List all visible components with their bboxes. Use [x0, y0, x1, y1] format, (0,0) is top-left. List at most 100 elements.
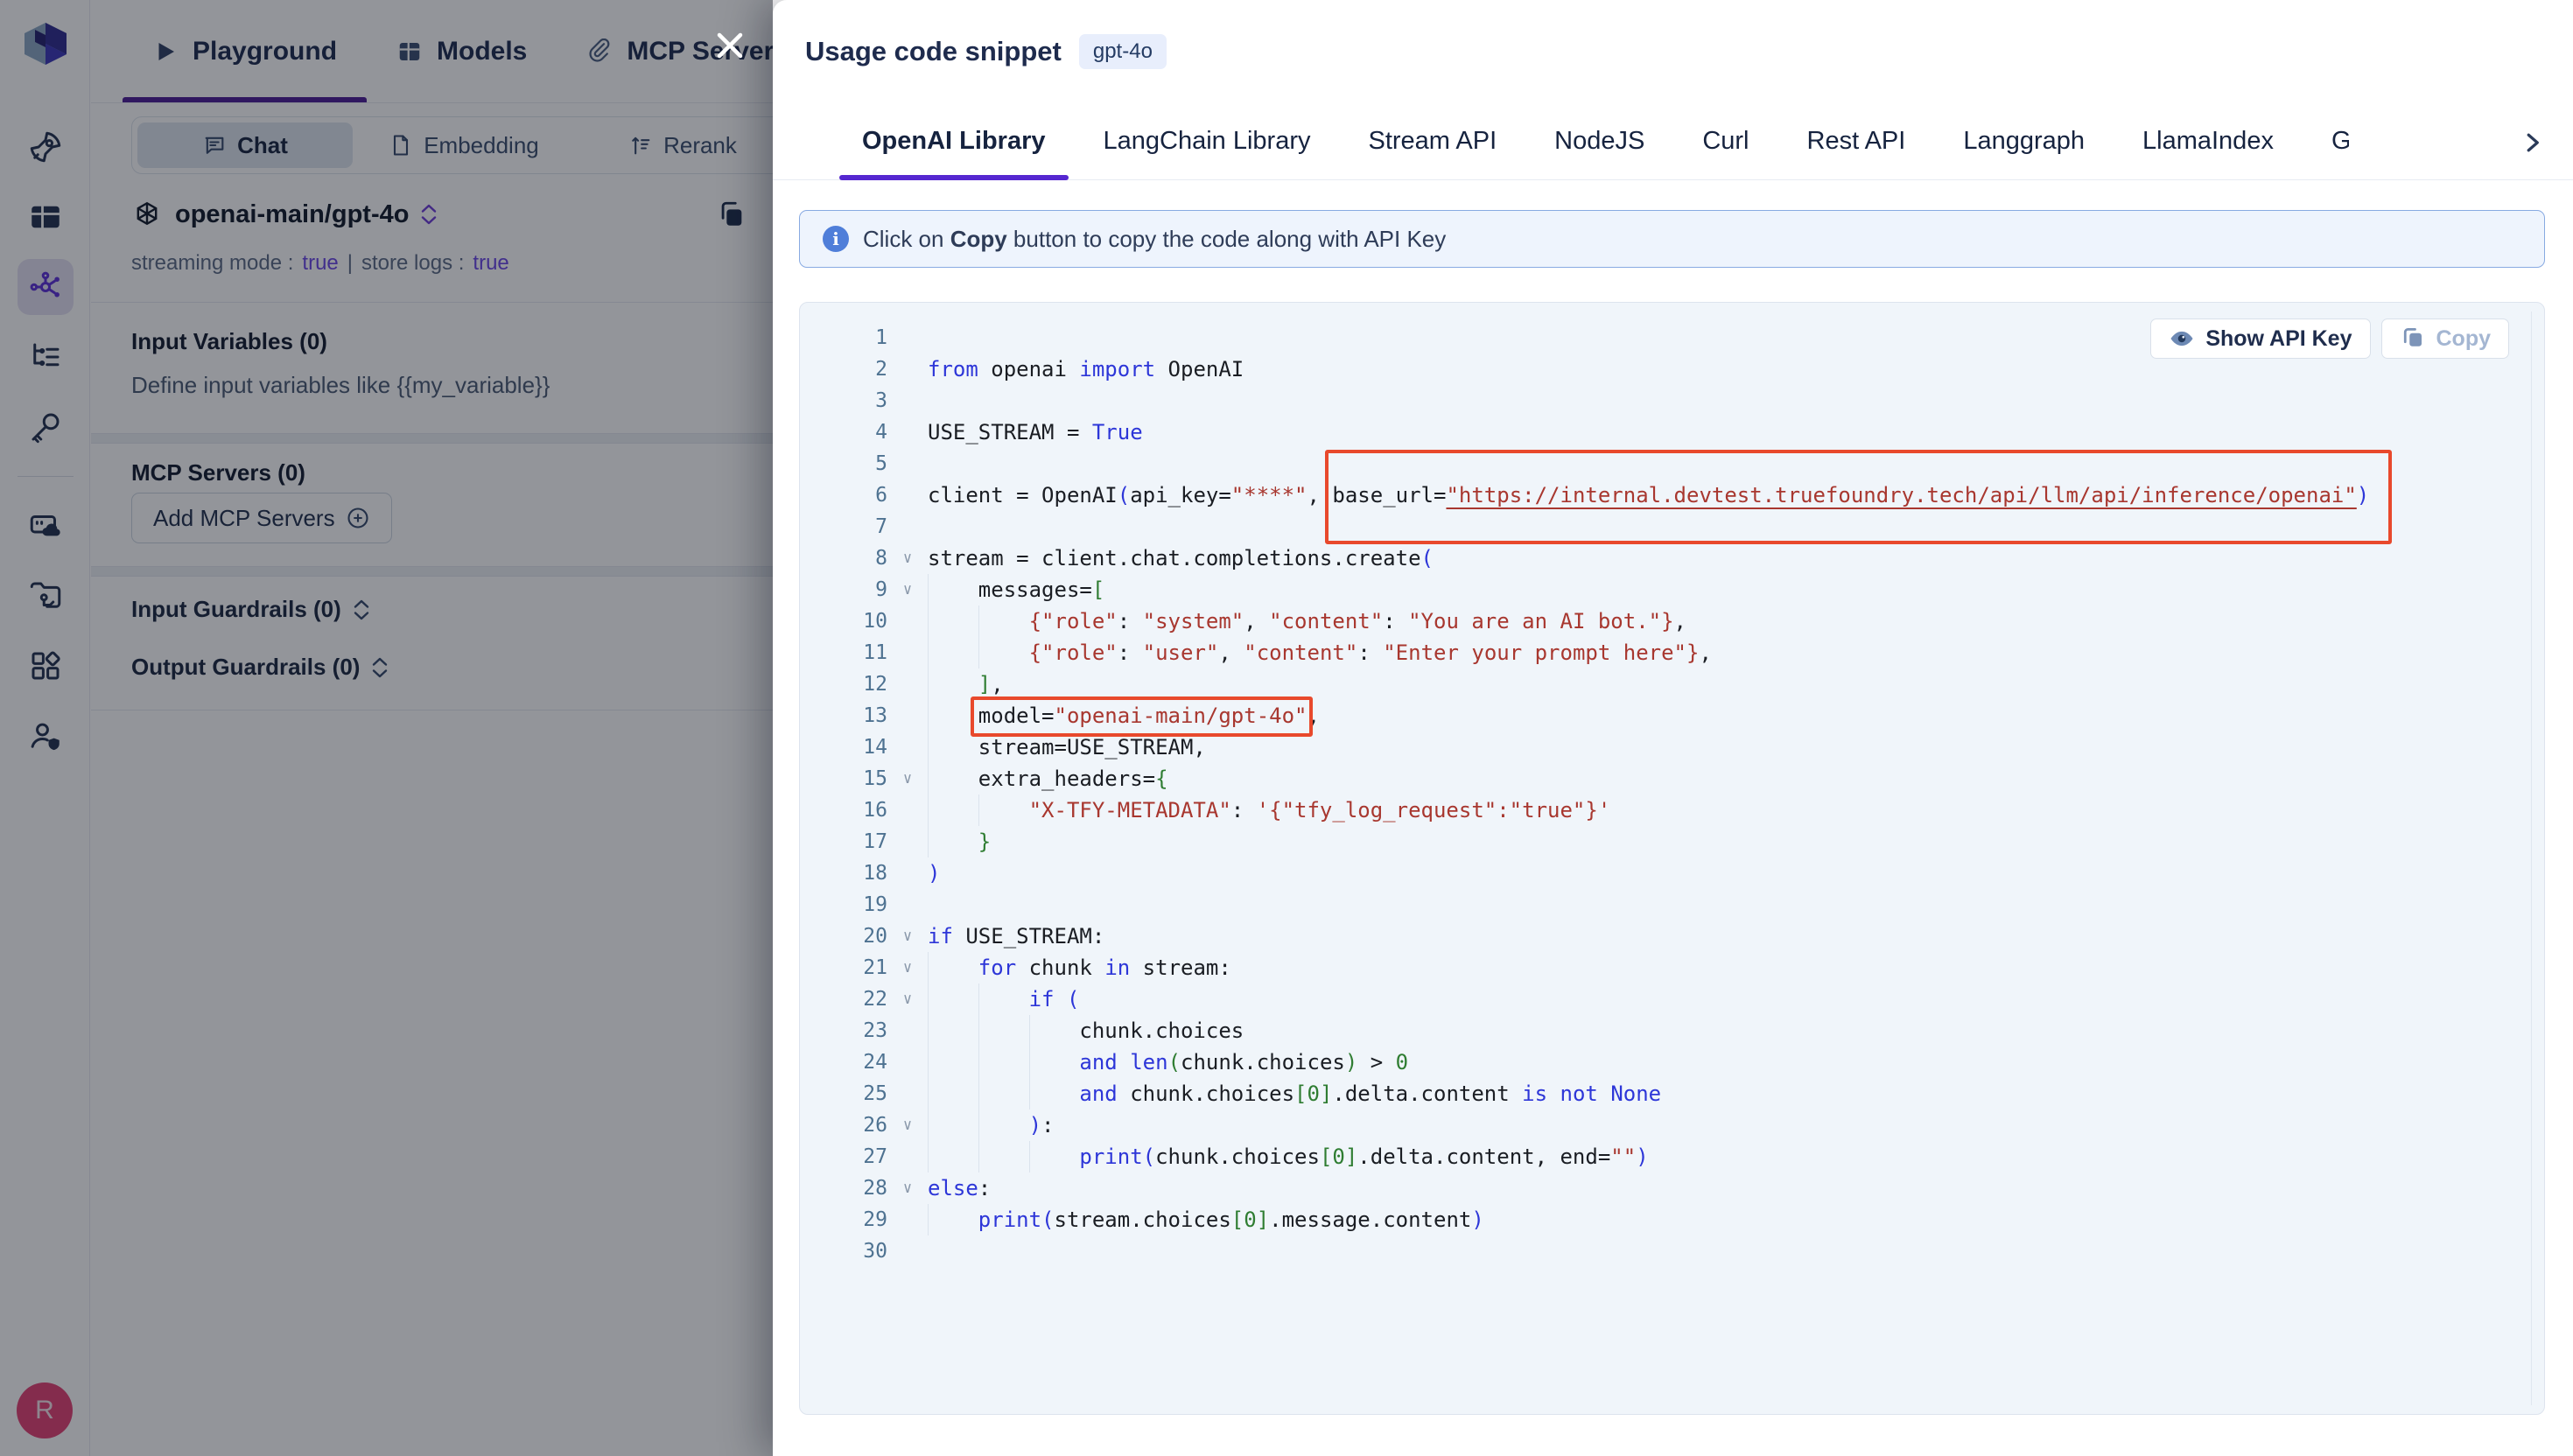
fold-spacer — [887, 1236, 928, 1267]
code-line: 27 print(chunk.choices[0].delta.content, … — [800, 1141, 2544, 1172]
code-text: chunk.choices — [928, 1015, 1244, 1046]
line-number: 16 — [800, 794, 887, 826]
code-scrollbar-track[interactable] — [2531, 312, 2532, 1405]
close-modal-icon[interactable] — [705, 21, 754, 70]
model-badge: gpt-4o — [1079, 34, 1167, 69]
line-number: 3 — [800, 385, 887, 416]
line-number: 4 — [800, 416, 887, 448]
fold-chevron-icon[interactable]: ∨ — [887, 1110, 928, 1141]
tab-langchain-library[interactable]: LangChain Library — [1081, 103, 1334, 179]
tab-openai-library[interactable]: OpenAI Library — [839, 103, 1069, 179]
line-number: 24 — [800, 1046, 887, 1078]
fold-chevron-icon[interactable]: ∨ — [887, 1172, 928, 1204]
code-line: 14stream=USE_STREAM, — [800, 732, 2544, 763]
modal-backdrop[interactable] — [0, 0, 773, 1456]
fold-spacer — [887, 700, 928, 732]
line-number: 27 — [800, 1141, 887, 1172]
copy-icon — [2400, 326, 2426, 352]
code-line: 30 — [800, 1236, 2544, 1267]
highlight-box: base_url="https://internal.devtest.truef… — [1332, 480, 2369, 511]
code-line: 9∨messages=[ — [800, 574, 2544, 606]
code-line: 4 USE_STREAM = True — [800, 416, 2544, 448]
code-line: 29print(stream.choices[0].message.conten… — [800, 1204, 2544, 1236]
code-text: if USE_STREAM: — [928, 920, 1104, 952]
eye-icon — [2169, 326, 2195, 352]
line-number: 29 — [800, 1204, 887, 1236]
code-actions: Show API Key Copy — [2150, 318, 2509, 359]
fold-spacer — [887, 1015, 928, 1046]
show-api-key-button[interactable]: Show API Key — [2150, 318, 2370, 359]
tab-stream-api[interactable]: Stream API — [1345, 103, 1519, 179]
tab-curl[interactable]: Curl — [1679, 103, 1771, 179]
code-line: 6client = OpenAI(api_key="****", base_ur… — [800, 480, 2544, 511]
tab-llamaindex[interactable]: LlamaIndex — [2120, 103, 2296, 179]
code-line: 10 {"role": "system", "content": "You are… — [800, 606, 2544, 637]
code-line: 17} — [800, 826, 2544, 858]
code-line: 28∨else: — [800, 1172, 2544, 1204]
code-text: model="openai-main/gpt-4o", — [928, 700, 1320, 732]
fold-chevron-icon[interactable]: ∨ — [887, 763, 928, 794]
code-text: USE_STREAM = True — [928, 416, 1143, 448]
code-text: stream = client.chat.completions.create( — [928, 542, 1434, 574]
code-line: 16 "X-TFY-METADATA": '{"tfy_log_request":… — [800, 794, 2544, 826]
line-number: 14 — [800, 732, 887, 763]
code-line: 25and chunk.choices[0].delta.content is … — [800, 1078, 2544, 1110]
fold-spacer — [887, 322, 928, 354]
tab-truncated[interactable]: G — [2309, 103, 2349, 179]
line-number: 18 — [800, 858, 887, 889]
code-text: extra_headers={ — [928, 763, 1168, 794]
tabs-scroll-right-icon[interactable] — [2519, 130, 2550, 161]
usage-code-snippet-modal: Usage code snippet gpt-4o OpenAI Library… — [773, 0, 2573, 1456]
code-text: {"role": "system", "content": "You are a… — [928, 606, 1686, 637]
line-number: 10 — [800, 606, 887, 637]
line-number: 26 — [800, 1110, 887, 1141]
code-text: print(chunk.choices[0].delta.content, en… — [928, 1141, 1649, 1172]
tab-langgraph[interactable]: Langgraph — [1940, 103, 2107, 179]
copy-code-button[interactable]: Copy — [2381, 318, 2510, 359]
code-text: "X-TFY-METADATA": '{"tfy_log_request":"t… — [928, 794, 1610, 826]
tab-rest-api[interactable]: Rest API — [1784, 103, 1929, 179]
fold-chevron-icon[interactable]: ∨ — [887, 952, 928, 984]
fold-spacer — [887, 480, 928, 511]
copy-code-label: Copy — [2436, 326, 2492, 352]
tab-nodejs[interactable]: NodeJS — [1532, 103, 1667, 179]
code-text: from openai import OpenAI — [928, 354, 1244, 385]
line-number: 15 — [800, 763, 887, 794]
code-line: 24 and len(chunk.choices) > 0 — [800, 1046, 2544, 1078]
fold-spacer — [887, 826, 928, 858]
line-number: 25 — [800, 1078, 887, 1110]
fold-spacer — [887, 354, 928, 385]
code-line: 26∨): — [800, 1110, 2544, 1141]
fold-spacer — [887, 385, 928, 416]
line-number: 8 — [800, 542, 887, 574]
line-number: 19 — [800, 889, 887, 920]
code-text: and len(chunk.choices) > 0 — [928, 1046, 1408, 1078]
fold-spacer — [887, 637, 928, 668]
code-line: 22∨if ( — [800, 984, 2544, 1015]
code-text: {"role": "user", "content": "Enter your … — [928, 637, 1712, 668]
code-line: 23chunk.choices — [800, 1015, 2544, 1046]
fold-spacer — [887, 668, 928, 700]
fold-chevron-icon[interactable]: ∨ — [887, 920, 928, 952]
line-number: 7 — [800, 511, 887, 542]
code-text: for chunk in stream: — [928, 952, 1231, 984]
fold-spacer — [887, 1046, 928, 1078]
code-text: if ( — [928, 984, 1079, 1015]
code-line: 8∨stream = client.chat.completions.creat… — [800, 542, 2544, 574]
info-icon: i — [823, 226, 849, 252]
code-line: 13 model="openai-main/gpt-4o", — [800, 700, 2544, 732]
line-number: 13 — [800, 700, 887, 732]
code-line: 11{"role": "user", "content": "Enter you… — [800, 637, 2544, 668]
fold-chevron-icon[interactable]: ∨ — [887, 984, 928, 1015]
fold-spacer — [887, 606, 928, 637]
code-line: 20∨if USE_STREAM: — [800, 920, 2544, 952]
line-number: 5 — [800, 448, 887, 480]
fold-chevron-icon[interactable]: ∨ — [887, 574, 928, 606]
banner-text: Click on Copy button to copy the code al… — [863, 226, 1446, 253]
snippet-language-tabs: OpenAI Library LangChain Library Stream … — [773, 103, 2573, 180]
code-text: client = OpenAI(api_key="****", base_url… — [928, 480, 2369, 511]
highlight-box: model="openai-main/gpt-4o" — [978, 700, 1308, 732]
fold-spacer — [887, 1078, 928, 1110]
fold-chevron-icon[interactable]: ∨ — [887, 542, 928, 574]
modal-title: Usage code snippet — [805, 36, 1062, 67]
